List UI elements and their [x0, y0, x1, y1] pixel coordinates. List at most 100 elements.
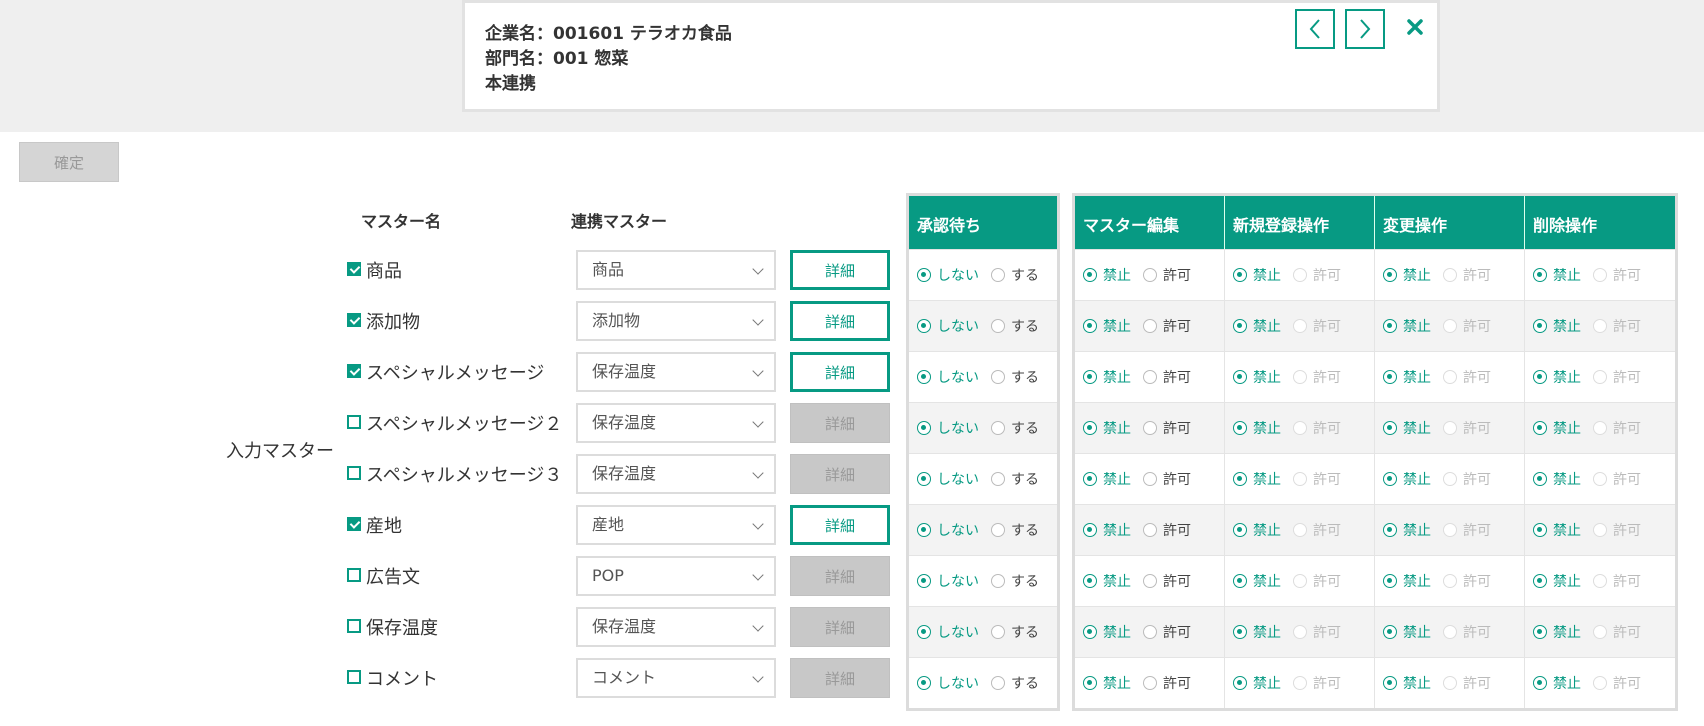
- radio-no[interactable]: [917, 370, 931, 384]
- master-checkbox[interactable]: [347, 364, 361, 378]
- linked-master-select[interactable]: 保存温度: [576, 607, 776, 647]
- radio-yes[interactable]: [991, 268, 1005, 282]
- radio-forbid[interactable]: [1533, 676, 1547, 690]
- master-row: 保存温度 保存温度 詳細: [0, 603, 900, 654]
- radio-no[interactable]: [917, 319, 931, 333]
- radio-no[interactable]: [917, 676, 931, 690]
- permission-cell: 禁止 許可: [1075, 607, 1225, 657]
- radio-allow[interactable]: [1143, 370, 1157, 384]
- master-checkbox[interactable]: [347, 466, 361, 480]
- radio-forbid[interactable]: [1233, 625, 1247, 639]
- radio-forbid[interactable]: [1383, 370, 1397, 384]
- permission-cell: 禁止 許可: [1075, 556, 1225, 606]
- radio-forbid[interactable]: [1383, 319, 1397, 333]
- master-checkbox[interactable]: [347, 670, 361, 684]
- linked-master-select[interactable]: 産地: [576, 505, 776, 545]
- radio-forbid[interactable]: [1233, 574, 1247, 588]
- radio-no[interactable]: [917, 268, 931, 282]
- radio-forbid[interactable]: [1383, 574, 1397, 588]
- radio-forbid[interactable]: [1383, 523, 1397, 537]
- forbid-label: 禁止: [1403, 421, 1431, 437]
- radio-yes[interactable]: [991, 370, 1005, 384]
- close-button[interactable]: [1405, 17, 1427, 39]
- confirm-button[interactable]: 確定: [19, 142, 119, 182]
- radio-forbid[interactable]: [1533, 421, 1547, 435]
- linked-master-select[interactable]: コメント: [576, 658, 776, 698]
- radio-allow[interactable]: [1143, 523, 1157, 537]
- radio-yes[interactable]: [991, 472, 1005, 486]
- radio-yes[interactable]: [991, 319, 1005, 333]
- radio-forbid[interactable]: [1083, 268, 1097, 282]
- linked-master-select[interactable]: 商品: [576, 250, 776, 290]
- radio-forbid[interactable]: [1083, 625, 1097, 639]
- radio-forbid[interactable]: [1233, 370, 1247, 384]
- radio-allow: [1443, 268, 1457, 282]
- radio-forbid[interactable]: [1533, 370, 1547, 384]
- next-button[interactable]: [1345, 9, 1385, 49]
- radio-forbid[interactable]: [1083, 319, 1097, 333]
- radio-forbid[interactable]: [1533, 319, 1547, 333]
- radio-forbid[interactable]: [1383, 625, 1397, 639]
- master-checkbox[interactable]: [347, 619, 361, 633]
- linked-master-select[interactable]: POP: [576, 556, 776, 596]
- linked-master-select[interactable]: 保存温度: [576, 403, 776, 443]
- master-checkbox[interactable]: [347, 313, 361, 327]
- master-checkbox[interactable]: [347, 415, 361, 429]
- radio-forbid[interactable]: [1533, 574, 1547, 588]
- radio-allow[interactable]: [1143, 625, 1157, 639]
- allow-label: 許可: [1163, 319, 1191, 335]
- radio-allow: [1593, 268, 1607, 282]
- master-checkbox[interactable]: [347, 262, 361, 276]
- radio-forbid[interactable]: [1083, 574, 1097, 588]
- radio-allow[interactable]: [1143, 268, 1157, 282]
- radio-forbid[interactable]: [1233, 421, 1247, 435]
- radio-allow[interactable]: [1143, 676, 1157, 690]
- linked-master-select[interactable]: 添加物: [576, 301, 776, 341]
- radio-no[interactable]: [917, 472, 931, 486]
- radio-forbid[interactable]: [1083, 472, 1097, 486]
- radio-forbid[interactable]: [1083, 370, 1097, 384]
- radio-allow[interactable]: [1143, 472, 1157, 486]
- linked-master-select[interactable]: 保存温度: [576, 454, 776, 494]
- radio-yes[interactable]: [991, 625, 1005, 639]
- radio-forbid[interactable]: [1233, 472, 1247, 486]
- radio-forbid[interactable]: [1083, 421, 1097, 435]
- radio-forbid[interactable]: [1233, 676, 1247, 690]
- radio-forbid[interactable]: [1083, 676, 1097, 690]
- radio-forbid[interactable]: [1083, 523, 1097, 537]
- detail-button[interactable]: 詳細: [790, 301, 890, 341]
- radio-forbid[interactable]: [1383, 472, 1397, 486]
- detail-button[interactable]: 詳細: [790, 505, 890, 545]
- linked-master-select[interactable]: 保存温度: [576, 352, 776, 392]
- radio-no[interactable]: [917, 421, 931, 435]
- radio-forbid[interactable]: [1233, 523, 1247, 537]
- radio-allow[interactable]: [1143, 574, 1157, 588]
- approval-no-label: しない: [937, 319, 979, 335]
- radio-no[interactable]: [917, 625, 931, 639]
- radio-allow[interactable]: [1143, 421, 1157, 435]
- radio-forbid[interactable]: [1383, 421, 1397, 435]
- radio-yes[interactable]: [991, 574, 1005, 588]
- radio-yes[interactable]: [991, 421, 1005, 435]
- radio-forbid[interactable]: [1383, 676, 1397, 690]
- radio-forbid[interactable]: [1233, 268, 1247, 282]
- prev-button[interactable]: [1295, 9, 1335, 49]
- detail-button[interactable]: 詳細: [790, 352, 890, 392]
- approval-yes-label: する: [1011, 574, 1039, 590]
- radio-no[interactable]: [917, 574, 931, 588]
- radio-forbid[interactable]: [1383, 268, 1397, 282]
- approval-no-label: しない: [937, 574, 979, 590]
- master-checkbox[interactable]: [347, 568, 361, 582]
- radio-allow[interactable]: [1143, 319, 1157, 333]
- radio-forbid[interactable]: [1533, 625, 1547, 639]
- radio-forbid[interactable]: [1233, 319, 1247, 333]
- radio-forbid[interactable]: [1533, 472, 1547, 486]
- radio-forbid[interactable]: [1533, 268, 1547, 282]
- master-checkbox[interactable]: [347, 517, 361, 531]
- radio-no[interactable]: [917, 523, 931, 537]
- detail-button[interactable]: 詳細: [790, 250, 890, 290]
- radio-yes[interactable]: [991, 523, 1005, 537]
- radio-yes[interactable]: [991, 676, 1005, 690]
- approval-row: しない する: [909, 402, 1057, 453]
- radio-forbid[interactable]: [1533, 523, 1547, 537]
